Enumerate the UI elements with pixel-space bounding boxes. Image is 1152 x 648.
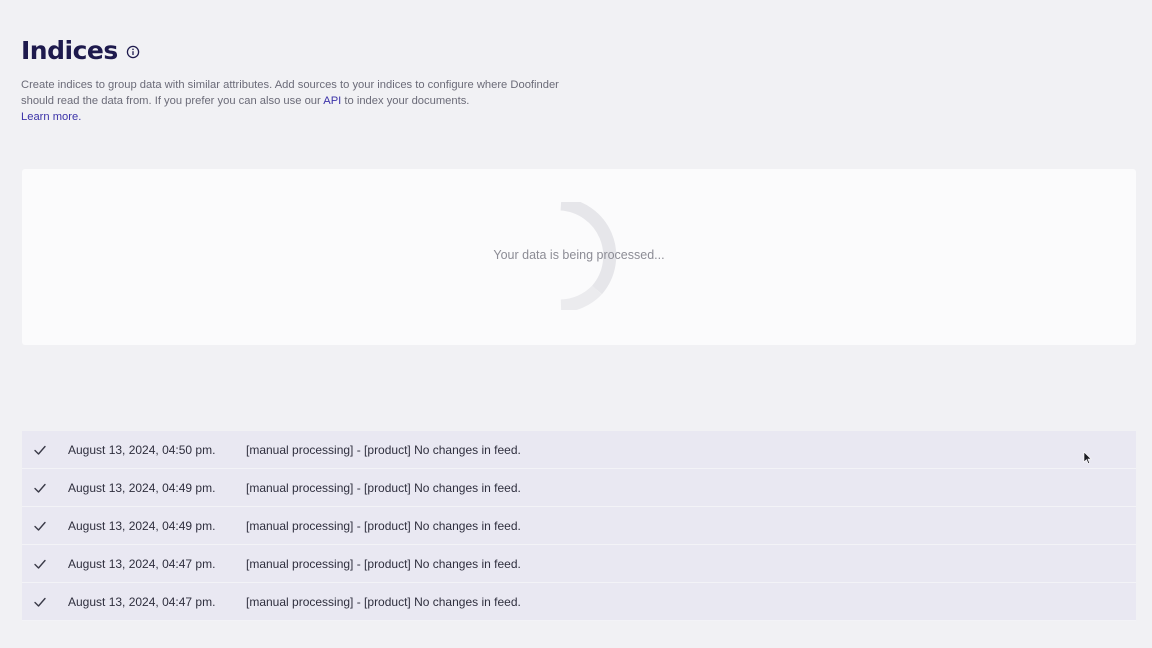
check-icon [34,483,46,493]
log-date: August 13, 2024, 04:49 pm. [68,518,216,533]
log-message: [manual processing] - [product] No chang… [246,442,521,457]
description-text-2: to index your documents. [341,95,470,107]
description-text-1: Create indices to group data with simila… [21,79,559,107]
page-title: Indices [21,36,118,65]
check-icon [34,445,46,455]
indices-page: Indices Create indices to group data wit… [0,0,1152,648]
log-date: August 13, 2024, 04:49 pm. [68,480,216,495]
processing-panel: Your data is being processed... [22,169,1136,345]
log-row: August 13, 2024, 04:47 pm. [manual proce… [22,545,1136,583]
log-message: [manual processing] - [product] No chang… [246,518,521,533]
log-date: August 13, 2024, 04:50 pm. [68,442,216,457]
title-row: Indices [21,36,621,65]
log-message: [manual processing] - [product] No chang… [246,480,521,495]
log-message: [manual processing] - [product] No chang… [246,594,521,609]
log-row: August 13, 2024, 04:49 pm. [manual proce… [22,469,1136,507]
check-icon [34,521,46,531]
check-icon [34,559,46,569]
log-row: August 13, 2024, 04:50 pm. [manual proce… [22,431,1136,469]
page-header: Indices Create indices to group data wit… [21,36,621,125]
api-link[interactable]: API [323,95,341,107]
log-row: August 13, 2024, 04:49 pm. [manual proce… [22,507,1136,545]
page-description: Create indices to group data with simila… [21,77,591,125]
log-row: August 13, 2024, 04:47 pm. [manual proce… [22,583,1136,621]
log-date: August 13, 2024, 04:47 pm. [68,594,216,609]
processing-log-list: August 13, 2024, 04:50 pm. [manual proce… [22,431,1136,621]
info-icon[interactable] [126,45,140,59]
mouse-cursor-icon [1083,451,1092,464]
processing-message: Your data is being processed... [493,248,665,262]
learn-more-link[interactable]: Learn more. [21,111,81,123]
check-icon [34,597,46,607]
log-date: August 13, 2024, 04:47 pm. [68,556,216,571]
log-message: [manual processing] - [product] No chang… [246,556,521,571]
